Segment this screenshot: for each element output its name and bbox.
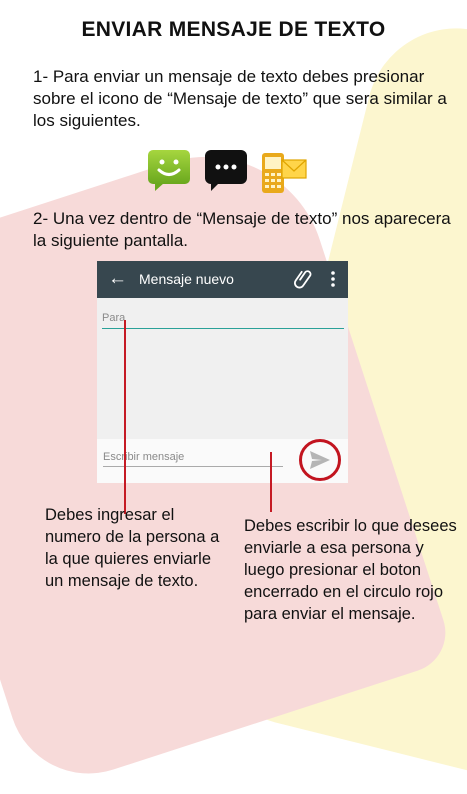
- paperclip-icon[interactable]: [294, 269, 314, 289]
- recipient-input[interactable]: Para: [102, 311, 344, 329]
- compose-area: Escribir mensaje: [97, 439, 348, 483]
- green-sms-app-icon: [148, 150, 190, 191]
- phone-screen-mockup: ← Mensaje nuevo Para Escribir mensaje: [97, 261, 348, 483]
- toolbar-title: Mensaje nuevo: [139, 271, 234, 287]
- send-icon: [310, 451, 330, 469]
- yellow-phone-message-icon: [262, 153, 307, 193]
- pointer-line-message: [270, 452, 272, 512]
- black-chat-bubble-icon: [205, 150, 247, 191]
- message-input[interactable]: Escribir mensaje: [103, 450, 283, 467]
- note-recipient: Debes ingresar el numero de la persona a…: [45, 506, 220, 590]
- send-button[interactable]: [299, 439, 341, 481]
- back-arrow-icon[interactable]: ←: [108, 268, 127, 290]
- pointer-line-recipient: [124, 320, 126, 514]
- step-1-text: 1- Para enviar un mensaje de texto debes…: [33, 67, 447, 130]
- page-title: ENVIAR MENSAJE DE TEXTO: [81, 18, 386, 41]
- note-message: Debes escribir lo que desees enviarle a …: [244, 517, 457, 623]
- more-vert-icon[interactable]: [331, 269, 335, 289]
- step-2-text: 2- Una vez dentro de “Mensaje de texto” …: [33, 209, 451, 250]
- phone-toolbar: ← Mensaje nuevo: [97, 261, 348, 298]
